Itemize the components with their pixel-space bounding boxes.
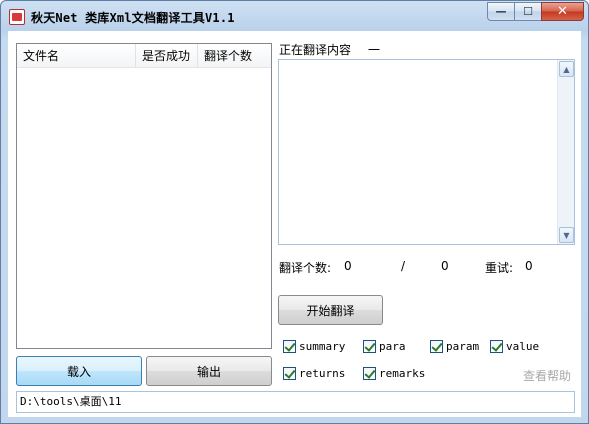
retry-label: 重试: xyxy=(485,261,514,275)
translating-value: 一 xyxy=(368,43,381,57)
count-separator: / xyxy=(401,259,406,273)
check-icon[interactable] xyxy=(363,339,376,353)
checkbox-para[interactable]: para xyxy=(363,338,406,354)
checkbox-param-label: param xyxy=(446,339,480,353)
file-list-header: 文件名 是否成功 翻译个数 xyxy=(17,44,271,68)
retry-value: 0 xyxy=(525,259,533,273)
checkbox-returns[interactable]: returns xyxy=(283,365,345,381)
translate-total-value: 0 xyxy=(441,259,449,273)
file-list[interactable]: 文件名 是否成功 翻译个数 xyxy=(16,43,272,349)
checkbox-summary-label: summary xyxy=(299,339,346,353)
close-button[interactable]: ✕ xyxy=(541,2,584,21)
translating-content-box[interactable]: ▲ ▼ xyxy=(278,59,575,245)
window-title: 秋天Net 类库Xml文档翻译工具V1.1 xyxy=(31,11,235,25)
content-scrollbar[interactable]: ▲ ▼ xyxy=(557,60,574,244)
checkbox-summary[interactable]: summary xyxy=(283,338,345,354)
title-bar[interactable]: 秋天Net 类库Xml文档翻译工具V1.1 — ☐ ✕ xyxy=(1,1,588,31)
maximize-button[interactable]: ☐ xyxy=(514,2,541,21)
checkbox-returns-label: returns xyxy=(299,366,346,380)
translating-label: 正在翻译内容 xyxy=(279,43,352,57)
main-window: 秋天Net 类库Xml文档翻译工具V1.1 — ☐ ✕ 文件名 是否成功 翻译个… xyxy=(0,0,589,424)
check-icon[interactable] xyxy=(430,339,443,353)
checkbox-remarks-label: remarks xyxy=(379,366,426,380)
minimize-button[interactable]: — xyxy=(487,2,514,21)
translate-count-label: 翻译个数: xyxy=(279,261,332,275)
check-icon[interactable] xyxy=(283,366,296,380)
check-icon[interactable] xyxy=(490,339,503,353)
checkbox-value-label: value xyxy=(506,339,540,353)
app-icon[interactable] xyxy=(9,9,25,25)
client-area: 文件名 是否成功 翻译个数 载入 输出 正在翻译内容 一 ▲ ▼ 翻译个数: 0… xyxy=(8,31,581,417)
translate-count-value: 0 xyxy=(344,259,352,273)
help-link[interactable]: 查看帮助 xyxy=(523,367,571,384)
column-filename[interactable]: 文件名 xyxy=(17,44,136,68)
check-icon[interactable] xyxy=(283,339,296,353)
checkbox-para-label: para xyxy=(379,339,406,353)
output-button[interactable]: 输出 xyxy=(146,356,272,386)
checkbox-remarks[interactable]: remarks xyxy=(363,365,425,381)
checkbox-param[interactable]: param xyxy=(430,338,479,354)
scroll-up-icon[interactable]: ▲ xyxy=(559,61,574,77)
path-field[interactable]: D:\tools\桌面\11 xyxy=(16,391,575,413)
column-translate-count[interactable]: 翻译个数 xyxy=(198,44,271,68)
checkbox-value[interactable]: value xyxy=(490,338,539,354)
column-success[interactable]: 是否成功 xyxy=(136,44,198,68)
load-button[interactable]: 载入 xyxy=(16,356,142,386)
start-translate-button[interactable]: 开始翻译 xyxy=(278,295,383,325)
check-icon[interactable] xyxy=(363,366,376,380)
scroll-down-icon[interactable]: ▼ xyxy=(559,227,574,243)
caption-buttons: — ☐ ✕ xyxy=(487,2,584,21)
